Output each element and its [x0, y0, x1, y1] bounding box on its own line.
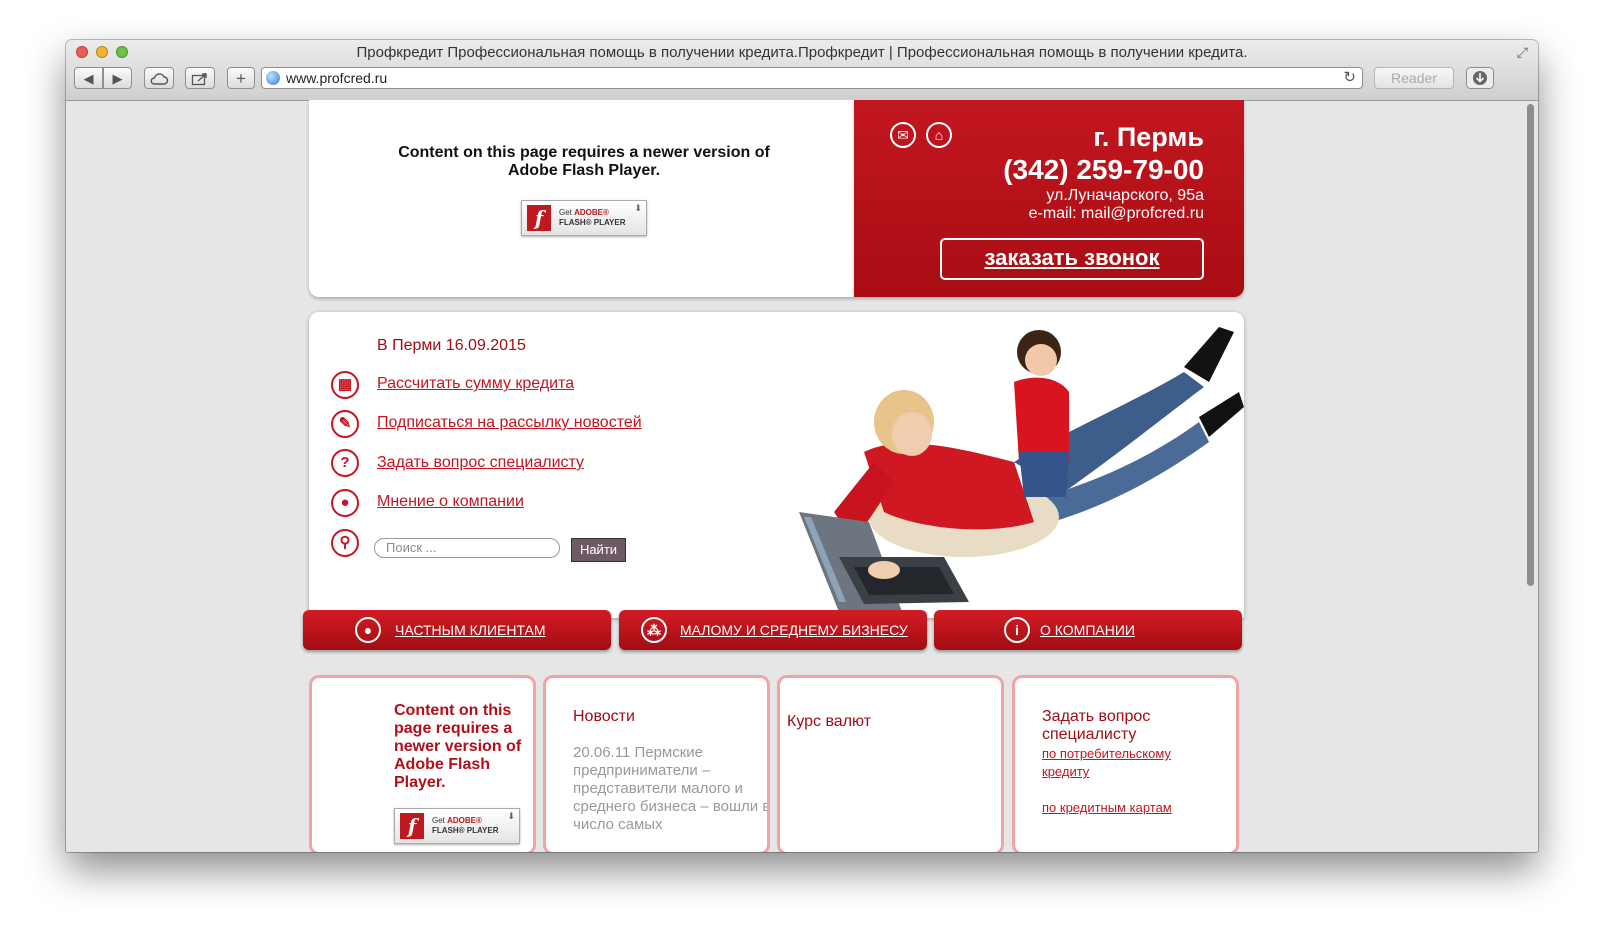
add-tab-icon: + — [236, 69, 246, 88]
back-icon: ◀ — [83, 71, 94, 86]
ask-specialist-link[interactable]: Задать вопрос специалисту — [377, 454, 584, 472]
main-navigation: ● ЧАСТНЫМ КЛИЕНТАМ ⁂ МАЛОМУ И СРЕДНЕМУ Б… — [303, 610, 1250, 650]
city-name: г. Пермь — [1093, 122, 1204, 152]
home-icon[interactable]: ⌂ — [926, 122, 952, 148]
fullscreen-icon[interactable]: ⤢ — [1517, 44, 1528, 61]
main-banner: В Перми 16.09.2015 ▦ Рассчитать сумму кр… — [309, 312, 1244, 618]
download-arrow-icon: ⬇ — [634, 203, 642, 213]
get-flash-player-button[interactable]: f Get ADOBE® FLASH® PLAYER ⬇ — [521, 200, 647, 236]
new-tab-button[interactable]: + — [227, 67, 255, 89]
icloud-tabs-button[interactable] — [144, 67, 174, 89]
email-address: e-mail: mail@profcred.ru — [1028, 205, 1204, 222]
icloud-icon — [150, 73, 169, 85]
site-container: Content on this page requires a newer ve… — [303, 100, 1244, 852]
forward-icon: ▶ — [112, 71, 123, 86]
scrollbar-thumb[interactable] — [1527, 104, 1534, 586]
currency-title: Курс валют — [787, 713, 872, 730]
download-arrow-icon: ⬇ — [507, 811, 515, 821]
address-bar[interactable]: www.profcred.ru ↻ — [261, 67, 1363, 89]
flash-logo-icon: f — [400, 813, 424, 839]
flash-required-message: Content on this page requires a newer ve… — [394, 702, 522, 791]
opinion-icon[interactable]: ● — [331, 489, 359, 517]
question-icon[interactable]: ? — [331, 449, 359, 477]
header-contacts: ✉ ⌂ г. Пермь (342) 259-79-00 ул.Луначарс… — [854, 100, 1244, 297]
person-icon: ● — [355, 617, 381, 643]
subscribe-icon[interactable]: ✎ — [331, 410, 359, 438]
nav-private-clients[interactable]: ● ЧАСТНЫМ КЛИЕНТАМ — [303, 610, 611, 650]
reader-button[interactable]: Reader — [1374, 67, 1454, 89]
info-icon: i — [1004, 617, 1030, 643]
order-call-button[interactable]: заказать звонок — [940, 238, 1204, 280]
get-flash-player-button[interactable]: f Get ADOBE® FLASH® PLAYER ⬇ — [394, 808, 520, 844]
calculator-icon[interactable]: ▦ — [331, 371, 359, 399]
subscribe-news-link[interactable]: Подписаться на рассылку новостей — [377, 414, 642, 432]
nav-about-company[interactable]: i О КОМПАНИИ — [934, 610, 1242, 650]
search-icon: ⚲ — [331, 529, 359, 557]
mail-icon[interactable]: ✉ — [890, 122, 916, 148]
window-title: Профкредит Профессиональная помощь в пол… — [356, 44, 1248, 61]
ask-question-title: Задать вопрос специалисту — [1042, 708, 1151, 743]
ask-question-box: Задать вопрос специалисту по потребитель… — [1012, 675, 1239, 852]
browser-window: Профкредит Профессиональная помощь в пол… — [66, 40, 1538, 852]
flash-required-message: Content on this page requires a newer ve… — [398, 144, 770, 179]
phone-number: (342) 259-79-00 — [1003, 154, 1204, 185]
globe-icon — [266, 71, 280, 85]
vertical-scrollbar[interactable] — [1524, 102, 1536, 852]
credit-cards-question-link[interactable]: по кредитным картам — [1042, 799, 1172, 817]
flash-box: Content on this page requires a newer ve… — [309, 675, 536, 852]
business-icon: ⁂ — [641, 617, 667, 643]
currency-box: Курс валют — [777, 675, 1004, 852]
news-box: Новости 20.06.11 Пермские предпринимател… — [543, 675, 770, 852]
share-button[interactable] — [185, 67, 215, 89]
calculate-credit-link[interactable]: Рассчитать сумму кредита — [377, 375, 574, 393]
web-content: Content on this page requires a newer ve… — [66, 100, 1524, 852]
reload-icon[interactable]: ↻ — [1343, 68, 1356, 88]
url-text: www.profcred.ru — [286, 70, 388, 86]
share-icon — [191, 73, 207, 86]
download-icon — [1466, 67, 1494, 89]
search-input[interactable]: Поиск ... — [374, 538, 560, 558]
header-flash-area: Content on this page requires a newer ve… — [309, 100, 854, 297]
company-opinion-link[interactable]: Мнение о компании — [377, 493, 524, 511]
consumer-credit-question-link[interactable]: по потребительскому кредиту — [1042, 745, 1212, 781]
street-address: ул.Луначарского, 95а — [1046, 187, 1204, 204]
flash-logo-icon: f — [527, 205, 551, 231]
date-line: В Перми 16.09.2015 — [377, 337, 526, 354]
downloads-button[interactable] — [1466, 67, 1494, 89]
promo-photo — [799, 327, 1244, 617]
news-item-text[interactable]: 20.06.11 Пермские предприниматели – пред… — [573, 744, 767, 834]
search-button[interactable]: Найти — [571, 538, 626, 562]
back-button[interactable]: ◀ — [74, 67, 103, 89]
news-title: Новости — [573, 708, 635, 725]
forward-button[interactable]: ▶ — [103, 67, 132, 89]
nav-small-business[interactable]: ⁂ МАЛОМУ И СРЕДНЕМУ БИЗНЕСУ — [619, 610, 927, 650]
browser-toolbar: Профкредит Профессиональная помощь в пол… — [66, 40, 1538, 101]
